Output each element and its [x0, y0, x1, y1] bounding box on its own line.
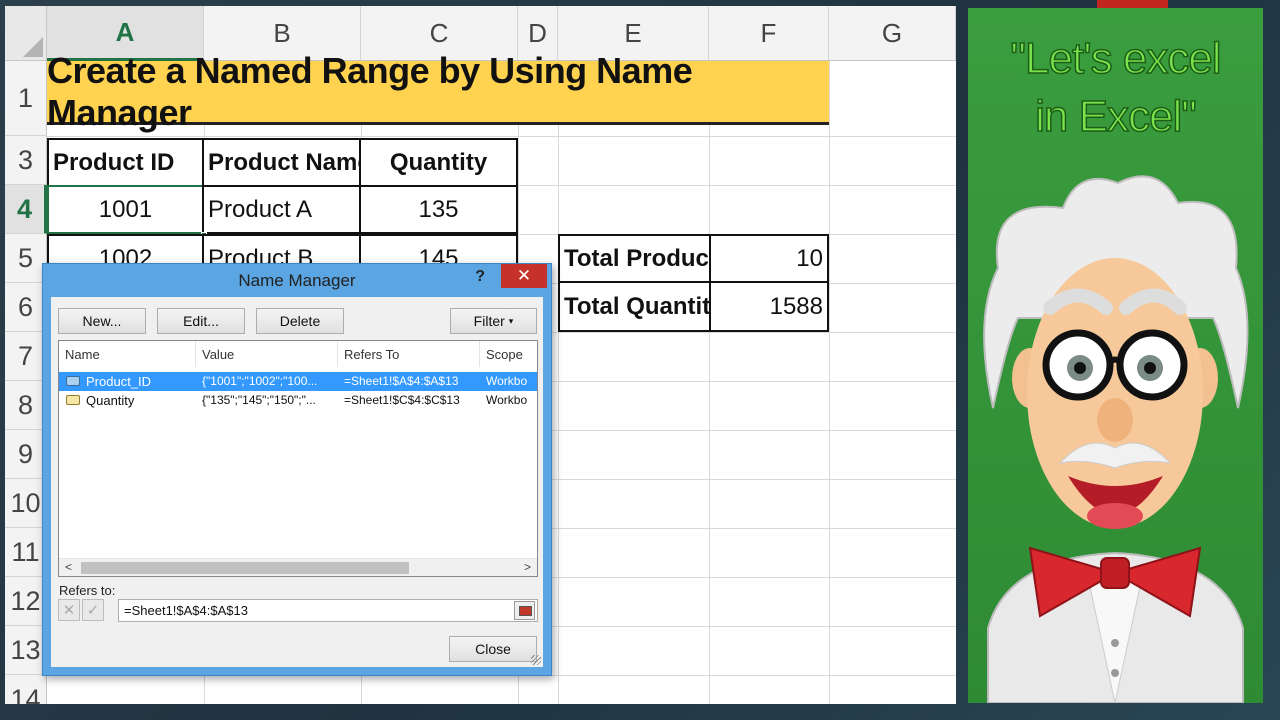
row-header-10[interactable]: 10	[5, 479, 47, 528]
row-header-7[interactable]: 7	[5, 332, 47, 381]
header-quantity[interactable]: Quantity	[359, 138, 518, 187]
cancel-edit-icon[interactable]: ✕	[58, 599, 80, 621]
row-header-1[interactable]: 1	[5, 61, 47, 136]
header-product-id[interactable]: Product ID	[47, 138, 204, 187]
total-products-label[interactable]: Total Products	[558, 234, 711, 283]
column-header-g[interactable]: G	[829, 6, 956, 61]
horizontal-scrollbar[interactable]: < >	[59, 558, 537, 576]
filter-button[interactable]: Filter ▾	[450, 308, 537, 334]
list-header-refers-to[interactable]: Refers To	[338, 341, 480, 367]
row-header-11[interactable]: 11	[5, 528, 47, 577]
refers-to-cell: =Sheet1!$C$4:$C$13	[344, 393, 460, 407]
header-product-name[interactable]: Product Name	[202, 138, 361, 187]
scrollbar-thumb[interactable]	[81, 562, 409, 574]
cell-c4[interactable]: 135	[359, 185, 518, 234]
cell-b4[interactable]: Product A	[202, 185, 361, 234]
gridline	[558, 61, 559, 704]
edit-button-label: Edit...	[183, 313, 219, 329]
refers-to-input[interactable]: =Sheet1!$A$4:$A$13	[118, 599, 538, 622]
brand-panel: "Let's excel in Excel"	[968, 8, 1263, 703]
name-manager-dialog: Name Manager ? ✕ New... Edit... Delete F…	[42, 263, 552, 676]
close-icon[interactable]: ✕	[501, 264, 547, 288]
edit-button[interactable]: Edit...	[157, 308, 245, 334]
gridline	[47, 136, 956, 137]
row-header-14[interactable]: 14	[5, 675, 47, 704]
cell-a4-active[interactable]: 1001	[47, 185, 204, 234]
dropdown-arrow-icon: ▾	[508, 315, 514, 326]
list-item-product-id[interactable]: Product_ID {"1001";"1002";"100... =Sheet…	[59, 372, 537, 391]
row-header-12[interactable]: 12	[5, 577, 47, 626]
gridline	[829, 61, 830, 704]
refers-to-cell: =Sheet1!$A$4:$A$13	[344, 374, 459, 388]
help-icon[interactable]: ?	[475, 268, 485, 286]
refers-to-label: Refers to:	[59, 583, 116, 598]
accent-tab	[1097, 0, 1168, 8]
scope-cell: Workbo	[486, 374, 528, 388]
collapse-dialog-icon[interactable]	[514, 601, 535, 620]
list-header-scope[interactable]: Scope	[480, 341, 537, 367]
new-button-label: New...	[82, 313, 122, 329]
name-cell: Product_ID	[86, 374, 152, 389]
value-cell: {"135";"145";"150";"...	[202, 393, 316, 407]
row-header-13[interactable]: 13	[5, 626, 47, 675]
slogan-line-2: in Excel"	[1034, 91, 1197, 142]
gridline	[709, 61, 710, 704]
list-header-value[interactable]: Value	[196, 341, 338, 367]
row-header-3[interactable]: 3	[5, 136, 47, 185]
delete-button-label: Delete	[279, 313, 321, 329]
row-header-8[interactable]: 8	[5, 381, 47, 430]
total-quantity-value[interactable]: 1588	[709, 281, 829, 332]
total-quantity-label[interactable]: Total Quantity	[558, 281, 711, 332]
row-header-4[interactable]: 4	[5, 185, 47, 234]
list-item-quantity[interactable]: Quantity {"135";"145";"150";"... =Sheet1…	[59, 391, 537, 410]
delete-button[interactable]: Delete	[256, 308, 344, 334]
filter-button-label: Filter	[473, 313, 505, 329]
close-button-label: Close	[475, 641, 511, 657]
row-header-6[interactable]: 6	[5, 283, 47, 332]
row-header-5[interactable]: 5	[5, 234, 47, 283]
scroll-right-icon[interactable]: >	[524, 560, 531, 574]
value-cell: {"1001";"1002";"100...	[202, 374, 318, 388]
refers-to-input-value: =Sheet1!$A$4:$A$13	[124, 603, 248, 618]
select-all-corner[interactable]	[5, 6, 47, 61]
slogan-line-1: "Let's excel	[1010, 33, 1223, 84]
sheet-title[interactable]: Create a Named Range by Using Name Manag…	[47, 50, 829, 133]
named-range-icon	[66, 376, 80, 386]
resize-grip-icon[interactable]	[531, 655, 541, 665]
slogan: "Let's excel in Excel"	[968, 30, 1263, 146]
name-cell: Quantity	[86, 393, 135, 408]
confirm-edit-icon[interactable]: ✓	[82, 599, 104, 621]
new-button[interactable]: New...	[58, 308, 146, 334]
dialog-body: New... Edit... Delete Filter ▾ Name Value…	[51, 297, 543, 667]
scroll-left-icon[interactable]: <	[65, 560, 72, 574]
list-header-name[interactable]: Name	[59, 341, 196, 367]
scope-cell: Workbo	[486, 393, 528, 407]
close-button[interactable]: Close	[449, 636, 537, 662]
names-list[interactable]: Name Value Refers To Scope Product_ID {"…	[58, 340, 538, 577]
professor-mascot-icon	[983, 175, 1249, 703]
named-range-icon	[66, 395, 80, 405]
row-header-9[interactable]: 9	[5, 430, 47, 479]
total-products-value[interactable]: 10	[709, 234, 829, 283]
